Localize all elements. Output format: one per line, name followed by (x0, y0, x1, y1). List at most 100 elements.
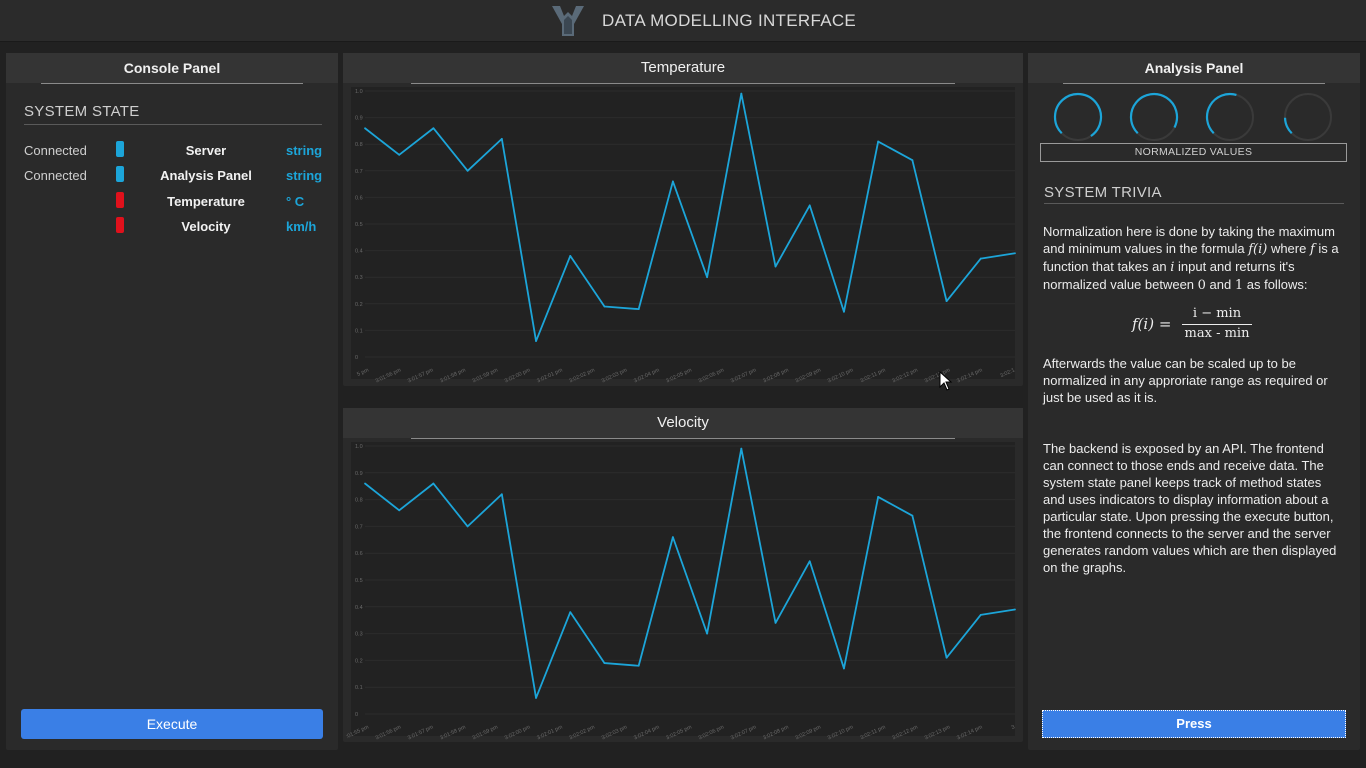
formula-lhs: f(i) = (1132, 315, 1172, 333)
plot-area (351, 442, 1015, 736)
analysis-panel-header: Analysis Panel (1028, 53, 1360, 84)
state-name: Analysis Panel (160, 168, 252, 183)
data-point (706, 632, 709, 635)
data-point (808, 204, 811, 207)
state-name: Velocity (181, 219, 231, 234)
gauge-track (1284, 93, 1332, 141)
state-indicator (116, 217, 124, 233)
velocity-chart: 00.10.20.30.40.50.60.70.80.91.0:01:55 pm… (345, 442, 1016, 740)
trivia-paragraph-2: Afterwards the value can be scaled up to… (1043, 356, 1328, 405)
plot-area (351, 87, 1015, 379)
y-tick-label: 0.5 (355, 222, 363, 228)
press-button[interactable]: Press (1042, 710, 1346, 738)
trivia-paragraph-1: Normalization here is done by taking the… (1043, 223, 1345, 294)
state-name: Temperature (167, 194, 245, 209)
y-tick-label: 0.8 (355, 498, 363, 504)
gauge (1129, 92, 1179, 141)
data-point (500, 493, 503, 496)
console-panel: Console Panel SYSTEM STATE Connected Ser… (6, 53, 338, 750)
y-tick-label: 1.0 (355, 444, 363, 450)
y-tick-label: 0.3 (355, 275, 363, 281)
app-title: DATA MODELLING INTERFACE (602, 11, 857, 30)
y-tick-label: 0.2 (355, 658, 363, 664)
data-point (911, 514, 914, 517)
y-tick-label: 0.8 (355, 142, 363, 148)
gauge-group (1048, 91, 1348, 143)
analysis-panel: Analysis Panel NORMALIZED VALUES SYSTEM … (1028, 53, 1360, 750)
system-state-title: SYSTEM STATE (24, 103, 140, 120)
data-point (671, 536, 674, 539)
header-divider (1063, 83, 1325, 84)
state-row-server: Connected Server string (24, 141, 324, 161)
temperature-chart-panel: Temperature 0 0.1 0.2 0.3 0.4 0.5 0.6 0.7 0.8 0.9… (343, 53, 1023, 386)
y-tick-label: 1.0 (355, 89, 363, 95)
y-tick-label: 0.6 (355, 195, 363, 201)
data-point (603, 305, 606, 308)
math-text: 0 (1197, 278, 1206, 293)
y-tick-label: 0.5 (355, 578, 363, 584)
data-point (637, 308, 640, 311)
y-tick-label: 0.4 (355, 249, 363, 255)
console-panel-header: Console Panel (6, 53, 338, 84)
state-indicator (116, 192, 124, 208)
velocity-chart-header: Velocity (343, 408, 1023, 439)
state-unit: string (286, 143, 323, 158)
state-unit: ° C (286, 194, 305, 209)
section-divider (1044, 203, 1344, 204)
data-point (466, 525, 469, 528)
gauge-arc (1053, 92, 1103, 137)
data-point (535, 697, 537, 699)
data-point (945, 656, 948, 659)
formula-denominator: max - min (1184, 326, 1250, 341)
gauge-arc (1283, 117, 1293, 135)
data-point (843, 310, 845, 313)
gauge-arc (1129, 92, 1179, 135)
mouse-cursor-icon (939, 371, 953, 391)
gauge (1205, 92, 1254, 141)
gauge-arc (1205, 92, 1237, 135)
data-point (535, 340, 537, 342)
state-status: Connected (24, 143, 87, 158)
state-status: Connected (24, 168, 87, 183)
data-point (364, 482, 366, 485)
state-unit: string (286, 168, 323, 183)
data-point (877, 496, 880, 498)
y-tick-label: 0.1 (355, 328, 363, 334)
data-point (398, 509, 401, 512)
data-point (569, 255, 572, 257)
math-text: 1 (1234, 278, 1244, 293)
trivia-text: and (1205, 277, 1235, 292)
state-row-temperature: Temperature ° C (24, 192, 324, 212)
data-point (774, 265, 777, 268)
execute-button[interactable]: Execute (21, 709, 323, 739)
state-row-velocity: Velocity km/h (24, 217, 324, 237)
data-point (1014, 252, 1016, 255)
temperature-chart-header: Temperature (343, 53, 1023, 84)
formula-fraction: i − min max - min (1182, 306, 1252, 341)
fraction-bar (1182, 324, 1252, 325)
y-tick-label: 0.9 (355, 471, 363, 477)
data-point (740, 447, 743, 450)
data-point (911, 159, 914, 162)
data-point (1014, 608, 1016, 611)
temperature-chart: 00.10.20.30.40.50.60.70.80.91.05 pm 3:01:… (351, 87, 1016, 383)
logo-icon (552, 6, 584, 36)
formula-numerator: i − min (1192, 306, 1242, 321)
y-tick-label: 0.3 (355, 632, 363, 638)
velocity-chart-title: Velocity (657, 414, 709, 431)
y-tick-label: 0 (355, 355, 358, 361)
data-point (569, 611, 572, 614)
data-point (398, 153, 401, 156)
y-tick-label: 0 (355, 712, 358, 718)
data-point (843, 667, 845, 670)
gauge (1283, 93, 1332, 141)
data-point (877, 140, 880, 143)
y-tick-label: 0.7 (355, 169, 363, 175)
data-point (364, 127, 366, 130)
data-point (740, 92, 743, 95)
trivia-text: where (1267, 241, 1310, 256)
state-unit: km/h (286, 219, 317, 234)
y-tick-label: 0.7 (355, 524, 363, 530)
trivia-paragraph-3: The backend is exposed by an API. The fr… (1043, 441, 1337, 575)
y-tick-label: 0.6 (355, 551, 363, 557)
